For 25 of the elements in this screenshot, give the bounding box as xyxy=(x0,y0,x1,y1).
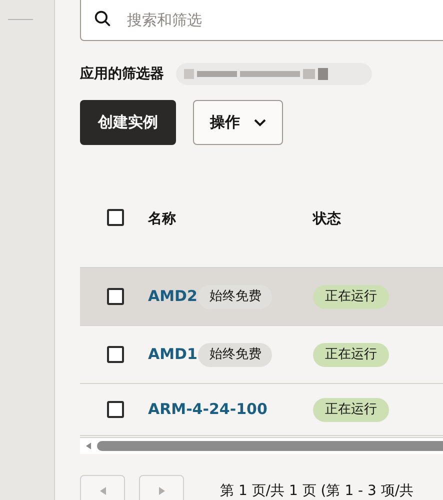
checkbox[interactable] xyxy=(107,209,124,226)
filter-label: 应用的筛选器 xyxy=(80,64,164,84)
scroll-left-icon[interactable] xyxy=(86,442,91,450)
checkbox[interactable] xyxy=(107,288,124,305)
checkbox[interactable] xyxy=(107,401,124,418)
left-triangle-icon xyxy=(100,487,106,495)
status-tag: 正在运行 xyxy=(313,342,389,366)
actions-menu-button[interactable]: 操作 xyxy=(193,100,283,145)
status-tag: 正在运行 xyxy=(313,398,389,422)
column-header: 名称 xyxy=(148,210,177,229)
instance-name-link[interactable]: AMD1 xyxy=(148,343,198,366)
search-field[interactable]: 搜索和筛选 xyxy=(80,0,443,41)
instance-name-link[interactable]: ARM-4-24-100 xyxy=(148,398,268,421)
right-triangle-icon xyxy=(158,487,164,495)
always-free-tag: 始终免费 xyxy=(198,284,272,308)
instance-name-link[interactable]: AMD2 xyxy=(148,285,198,308)
column-header: 状态 xyxy=(313,210,341,229)
status-tag: 正在运行 xyxy=(313,284,389,308)
chevron-down-icon xyxy=(254,118,266,126)
always-free-tag: 始终免费 xyxy=(198,342,272,366)
checkbox[interactable] xyxy=(107,346,124,363)
page-info: 第 1 页/共 1 页 (第 1 - 3 项/共 xyxy=(220,482,414,500)
create-instance-button[interactable]: 创建实例 xyxy=(80,100,176,145)
horizontal-scrollbar[interactable] xyxy=(80,437,443,454)
search-icon xyxy=(94,10,112,28)
